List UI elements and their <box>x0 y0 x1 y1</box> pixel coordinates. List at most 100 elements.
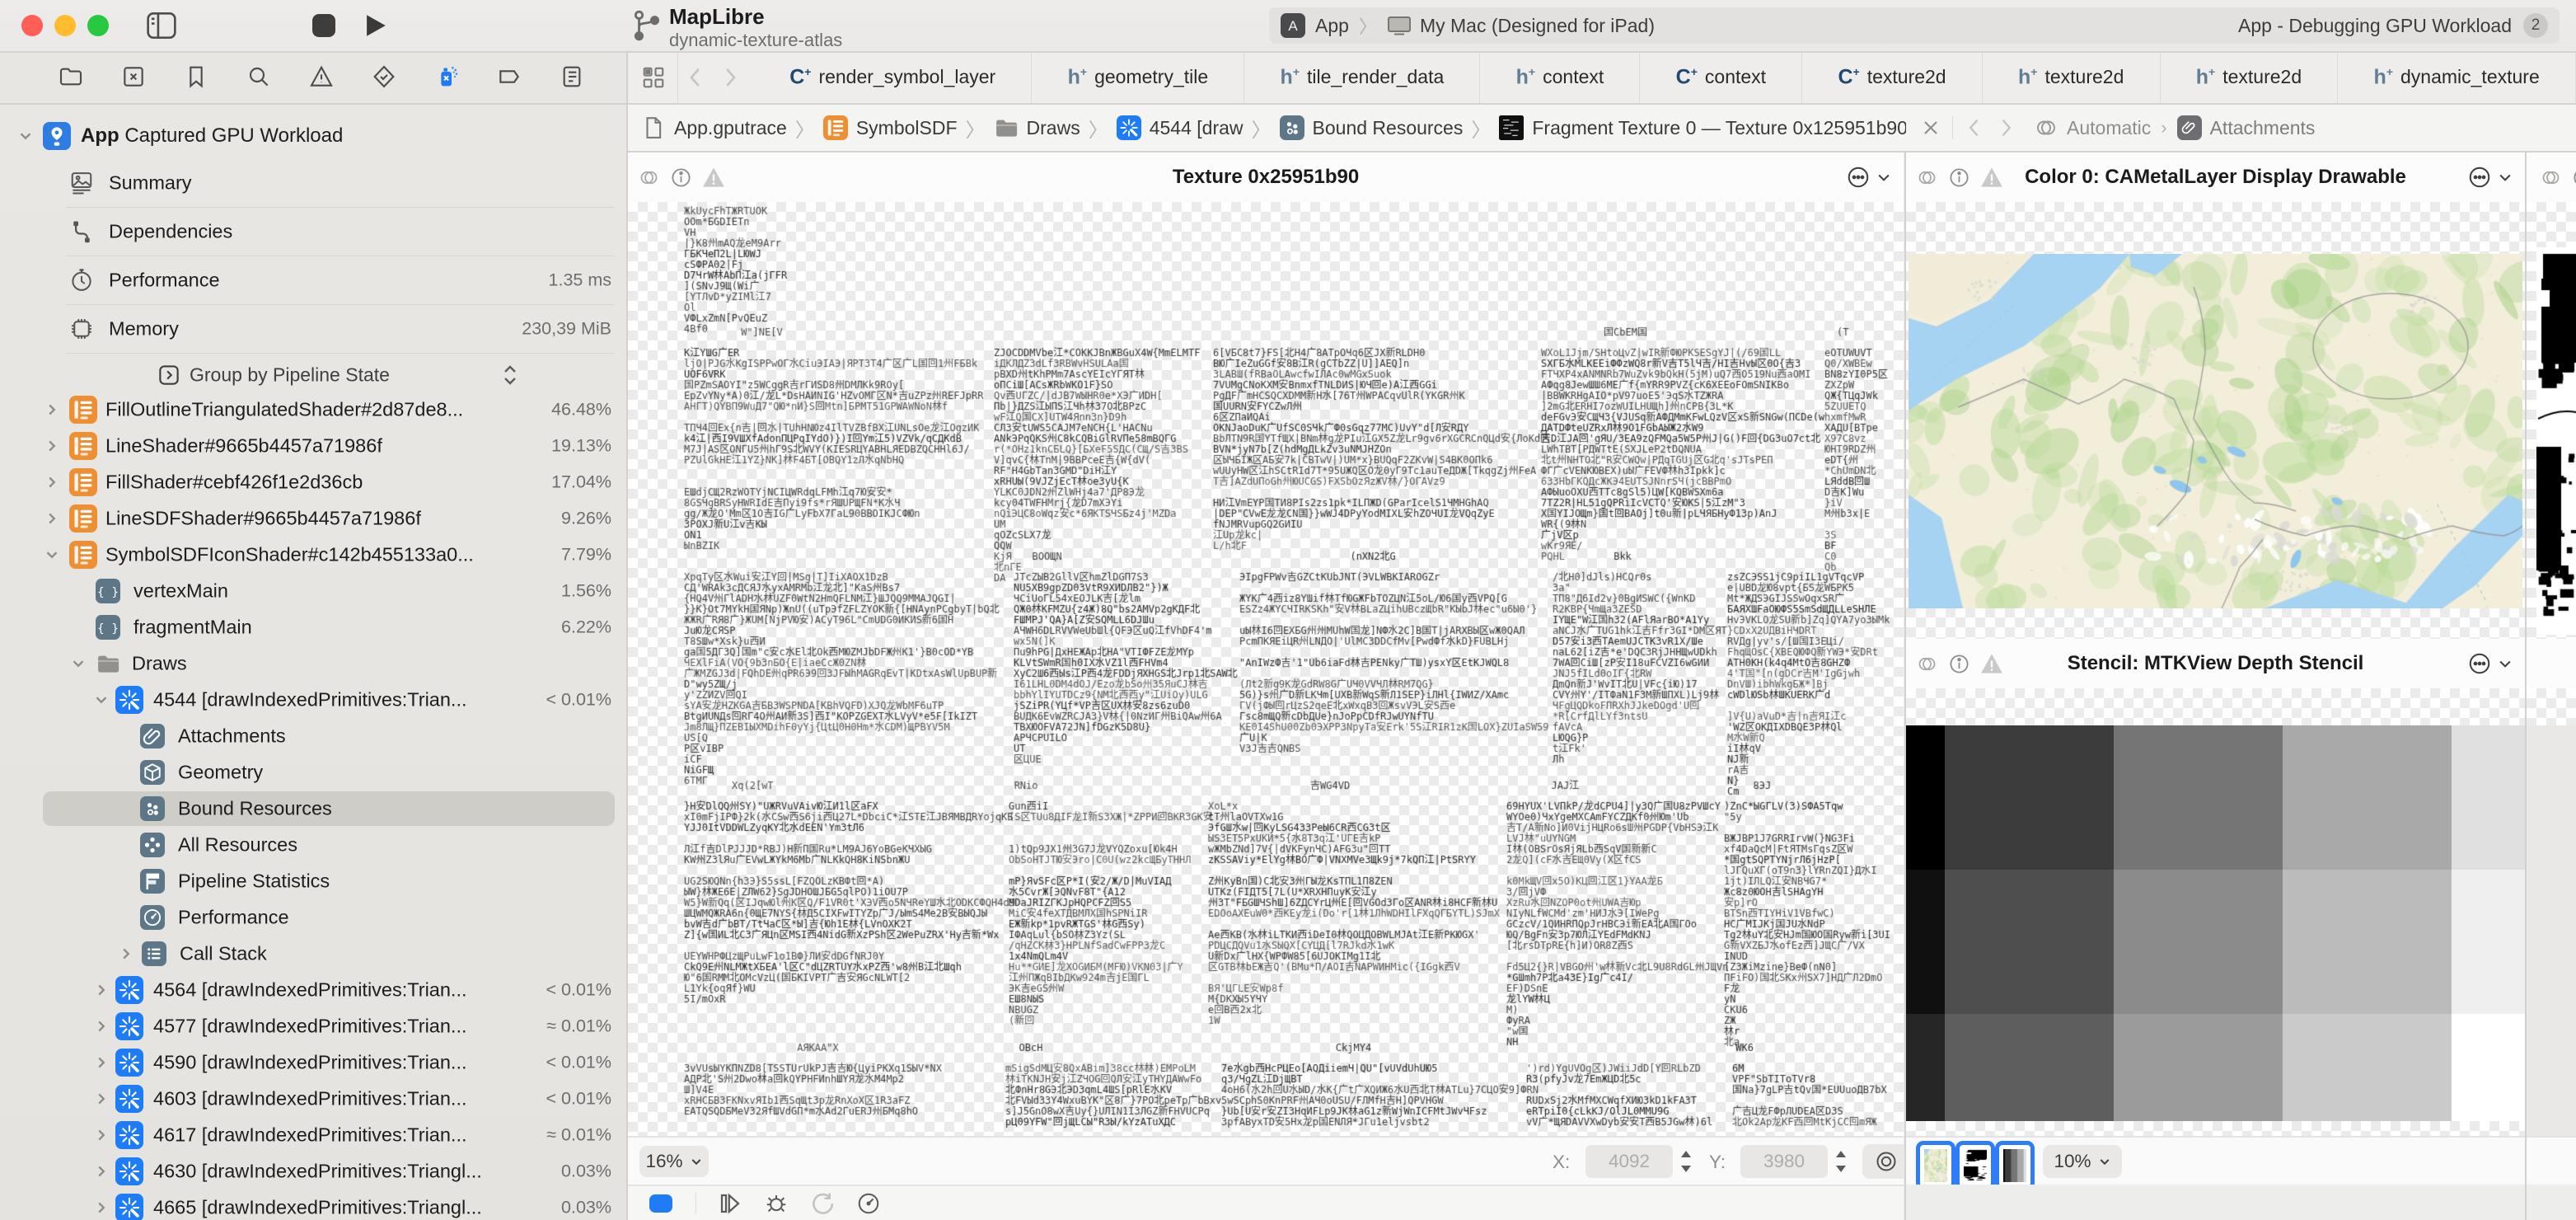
y-coordinate-field[interactable]: 3980 <box>1740 1145 1828 1178</box>
history-forward-icon[interactable] <box>713 51 754 103</box>
editor-tab-texture2d[interactable]: C+texture2d <box>1802 51 1983 103</box>
zoom-window-button[interactable] <box>87 15 109 36</box>
sort-toggle-icon[interactable] <box>501 361 519 389</box>
stop-button[interactable] <box>311 13 336 38</box>
debug-area-toggle-icon[interactable] <box>648 1193 674 1214</box>
assistant-divider[interactable] <box>1904 152 1906 1220</box>
sidebar-row-vertexmain[interactable]: { }vertexMain1.56% <box>0 573 626 609</box>
x-stepper[interactable] <box>1678 1146 1694 1177</box>
disclosure-closed-icon[interactable] <box>92 1199 110 1217</box>
disclosure-closed-icon[interactable] <box>92 1090 110 1108</box>
editor-tab-render_symbol_layer[interactable]: C+render_symbol_layer <box>754 51 1032 103</box>
attachment-thumb-color[interactable] <box>1916 1141 1955 1190</box>
sidebar-row-4564-drawindexedprimitives-trian-[interactable]: 4564 [drawIndexedPrimitives:Trian...< 0.… <box>0 972 626 1008</box>
reload-icon[interactable] <box>810 1191 835 1216</box>
x-coordinate-field[interactable]: 4092 <box>1585 1145 1673 1178</box>
assistant-mode-label[interactable]: Automatic <box>2067 117 2151 139</box>
breadcrumb-2[interactable]: SymbolSDF <box>823 115 958 140</box>
disclosure-closed-icon[interactable] <box>92 981 110 999</box>
map-drawable-image[interactable] <box>1909 254 2522 608</box>
sidebar-divider[interactable] <box>626 51 628 1220</box>
history-back-icon[interactable] <box>677 51 713 103</box>
info-icon[interactable] <box>2572 167 2576 189</box>
sidebar-row-fragmentmain[interactable]: { }fragmentMain6.22% <box>0 609 626 645</box>
texture-viewer-more-menu[interactable] <box>1846 165 1892 190</box>
breadcrumb-5[interactable]: Bound Resources <box>1280 115 1464 140</box>
info-icon[interactable] <box>670 167 692 189</box>
sidebar-row-4617-drawindexedprimitives-trian-[interactable]: 4617 [drawIndexedPrimitives:Trian...≈ 0.… <box>0 1117 626 1153</box>
disclosure-closed-icon[interactable] <box>43 509 61 528</box>
sidebar-row-draws[interactable]: Draws <box>0 645 626 682</box>
assistant-section-label[interactable]: Attachments <box>2210 117 2316 139</box>
column-divider[interactable] <box>2525 152 2527 1220</box>
disclosure-open-icon[interactable] <box>16 127 35 145</box>
glyph-atlas-texture[interactable] <box>628 202 1904 1136</box>
sidebar-row-4630-drawindexedprimitives-triangl[interactable]: 4630 [drawIndexedPrimitives:Triangl...0.… <box>0 1153 626 1190</box>
debug-shader-icon[interactable] <box>764 1191 789 1216</box>
sidebar-row-attachments[interactable]: Attachments <box>0 718 626 754</box>
sidebar-row-4665-drawindexedprimitives-triangl[interactable]: 4665 [drawIndexedPrimitives:Triangl...0.… <box>0 1190 626 1220</box>
nav-debug-icon[interactable] <box>433 63 460 90</box>
disclosure-closed-icon[interactable] <box>43 437 61 455</box>
sidebar-row-performance[interactable]: Performance <box>0 899 626 936</box>
breadcrumb-4[interactable]: 4544 [draw <box>1117 115 1244 140</box>
editor-tab-dynamic_texture[interactable]: h+dynamic_texture <box>2338 51 2576 103</box>
editor-tab-geometry_tile[interactable]: h+geometry_tile <box>1032 51 1244 103</box>
sidebar-row-fillshader-cebf426f1e2d36cb[interactable]: FillShader#cebf426f1e2d36cb17.04% <box>0 464 626 500</box>
nav-reports-icon[interactable] <box>559 63 585 90</box>
disclosure-open-icon[interactable] <box>43 546 61 564</box>
sidebar-row-bound-resources[interactable]: Bound Resources <box>0 791 626 827</box>
disclosure-closed-icon[interactable] <box>92 1053 110 1072</box>
compare-icon[interactable] <box>638 167 660 189</box>
warning-icon[interactable] <box>1980 167 2003 188</box>
breadcrumb-6[interactable]: Fragment Texture 0 — Texture 0x125951b90 <box>1499 115 1908 140</box>
sidebar-row-call-stack[interactable]: Call Stack <box>0 936 626 972</box>
nav-search-icon[interactable] <box>246 63 272 90</box>
close-assistant-icon[interactable] <box>1921 118 1941 138</box>
compare-icon[interactable] <box>2540 167 2562 189</box>
attachment-thumb-stencil[interactable] <box>1995 1141 2035 1190</box>
warning-icon[interactable] <box>702 167 725 188</box>
sidebar-row-performance[interactable]: Performance1.35 ms <box>0 262 626 298</box>
next-attachment-canvas-partial[interactable] <box>2527 202 2576 639</box>
nav-tests-icon[interactable] <box>371 63 397 90</box>
color-attachment-canvas-area[interactable] <box>1906 202 2525 639</box>
editor-tab-context[interactable]: C+context <box>1640 51 1802 103</box>
sidebar-row-dependencies[interactable]: Dependencies <box>0 214 626 250</box>
sidebar-row-app[interactable]: App Captured GPU Workload <box>0 118 626 154</box>
disclosure-closed-icon[interactable] <box>92 1017 110 1035</box>
editor-tab-texture2d[interactable]: h+texture2d <box>2161 51 2339 103</box>
disclosure-closed-icon[interactable] <box>43 401 61 419</box>
run-destination[interactable]: My Mac (Designed for iPad) <box>1420 15 1655 37</box>
compare-icon[interactable] <box>1916 167 1938 189</box>
stencil-attachment-more-menu[interactable] <box>2467 651 2513 676</box>
attachments-zoom-dropdown[interactable]: 10% <box>2043 1145 2122 1178</box>
performance-gauge-icon[interactable] <box>856 1191 881 1216</box>
minimize-window-button[interactable] <box>54 15 76 36</box>
toggle-sidebar-icon[interactable] <box>145 11 178 40</box>
editor-tab-texture2d[interactable]: h+texture2d <box>1983 51 2161 103</box>
sidebar-row-geometry[interactable]: Geometry <box>0 754 626 791</box>
sidebar-row-group-by-pipeline-state[interactable]: Group by Pipeline State <box>0 357 626 393</box>
nav-issues-icon[interactable] <box>308 63 335 90</box>
sidebar-row-linesdfshader-9665b4457a71986f[interactable]: LineSDFShader#9665b4457a71986f9.26% <box>0 500 626 537</box>
assistant-forward-icon[interactable] <box>1996 116 2016 139</box>
info-icon[interactable] <box>1948 167 1970 189</box>
sidebar-row-4577-drawindexedprimitives-trian-[interactable]: 4577 [drawIndexedPrimitives:Trian...≈ 0.… <box>0 1008 626 1044</box>
scheme-name[interactable]: App <box>1315 15 1349 37</box>
breadcrumb-1[interactable]: App.gputrace <box>641 115 787 140</box>
attachment-thumb-alpha[interactable] <box>1955 1141 1995 1190</box>
disclosure-closed-icon[interactable] <box>117 945 135 963</box>
stencil-attachment-image[interactable] <box>1906 725 2525 1121</box>
sidebar-row-all-resources[interactable]: All Resources <box>0 827 626 863</box>
continue-button[interactable] <box>361 11 389 40</box>
close-window-button[interactable] <box>21 15 43 36</box>
sidebar-row-lineshader-9665b4457a71986f[interactable]: LineShader#9665b4457a71986f19.13% <box>0 428 626 464</box>
editor-tab-context[interactable]: h+context <box>1480 51 1640 103</box>
sidebar-row-4590-drawindexedprimitives-trian-[interactable]: 4590 [drawIndexedPrimitives:Trian...< 0.… <box>0 1044 626 1081</box>
editor-tab-tile_render_data[interactable]: h+tile_render_data <box>1244 51 1480 103</box>
sidebar-row-pipeline-statistics[interactable]: Pipeline Statistics <box>0 863 626 899</box>
nav-breakpoints-icon[interactable] <box>496 63 522 90</box>
color-attachment-more-menu[interactable] <box>2467 165 2513 190</box>
compare-icon[interactable] <box>1916 653 1938 675</box>
